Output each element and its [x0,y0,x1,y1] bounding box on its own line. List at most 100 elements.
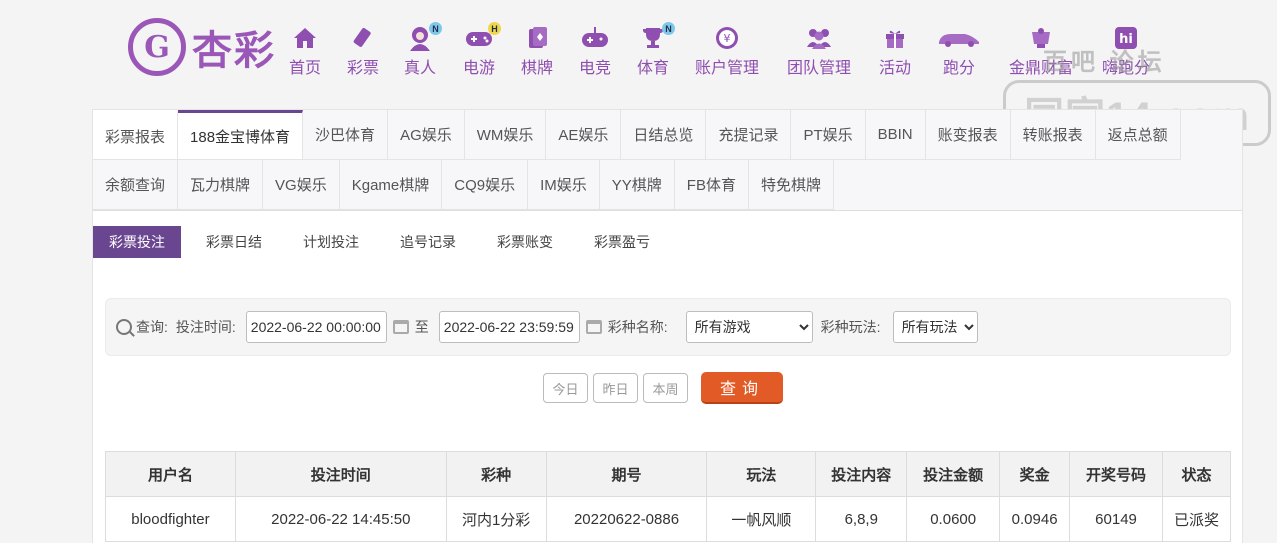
nav-activity[interactable]: 活动 [879,24,911,78]
table-header-row: 用户名 投注时间 彩种 期号 玩法 投注内容 投注金额 奖金 开奖号码 状态 [105,451,1231,497]
col-bet-amount: 投注金额 [906,451,1001,497]
tab-saba-sports[interactable]: 沙巴体育 [303,110,389,160]
col-issue: 期号 [545,451,708,497]
subtab-lottery-bets[interactable]: 彩票投注 [93,226,181,258]
nav-chess[interactable]: 棋牌 [521,24,553,78]
cell-draw-number: 60149 [1069,496,1163,542]
nav-sports[interactable]: N 体育 [637,22,675,78]
calendar-icon[interactable] [392,320,409,334]
query-buttons: 今日 昨日 本周 查询 [543,372,783,404]
nav-account[interactable]: ¥ 账户管理 [695,24,759,78]
logo-text: 杏彩 [192,27,276,74]
tab-ae[interactable]: AE娱乐 [546,110,622,160]
tab-fb-sports[interactable]: FB体育 [674,160,749,210]
bets-table: 用户名 投注时间 彩种 期号 玩法 投注内容 投注金额 奖金 开奖号码 状态 b… [105,451,1231,542]
team-icon [805,24,833,52]
today-button[interactable]: 今日 [543,373,588,403]
nav-lottery[interactable]: 彩票 [347,24,379,78]
cell-bet-amount: 0.0600 [906,496,1001,542]
tab-kgame[interactable]: Kgame棋牌 [339,160,443,210]
nav-live[interactable]: N 真人 [404,22,442,78]
svg-text:hi: hi [1119,32,1133,47]
live-dealer-icon: N [406,22,442,52]
tab-temian-chess[interactable]: 特免棋牌 [748,160,834,210]
cell-username: bloodfighter [105,496,236,542]
yesterday-button[interactable]: 昨日 [593,373,638,403]
subtab-chase-records[interactable]: 追号记录 [384,226,472,258]
tab-im[interactable]: IM娱乐 [528,160,600,210]
cell-issue: 20220622-0886 [545,496,708,542]
subtab-lottery-daily[interactable]: 彩票日结 [190,226,278,258]
tab-188-sports[interactable]: 188金宝博体育 [178,110,304,160]
car-icon [937,24,981,52]
nav-label: 活动 [879,60,912,77]
cell-play: 一帆风顺 [706,496,817,542]
tab-account-change[interactable]: 账变报表 [925,110,1011,160]
tab-deposit-withdraw[interactable]: 充提记录 [706,110,792,160]
game-name-select[interactable]: 所有游戏 [685,311,813,343]
calendar-icon[interactable] [585,320,602,334]
nav-label: 真人 [404,60,437,77]
lottery-ticket-icon [349,24,377,52]
new-badge: N [662,22,675,35]
tab-lottery-report[interactable]: 彩票报表 [93,110,179,160]
report-tabbar: 彩票报表 188金宝博体育 沙巴体育 AG娱乐 WM娱乐 AE娱乐 日结总览 充… [93,110,1242,211]
hot-badge: H [488,22,501,35]
yen-coin-icon: ¥ [713,24,741,52]
table-row[interactable]: bloodfighter 2022-06-22 14:45:50 河内1分彩 2… [105,496,1231,542]
nav-home[interactable]: 首页 [289,24,321,78]
to-label: 至 [414,319,429,335]
col-lottery: 彩种 [445,451,547,497]
col-bet-content: 投注内容 [815,451,908,497]
esports-controller-icon [581,24,609,52]
tab-daily-overview[interactable]: 日结总览 [621,110,707,160]
nav-run-points[interactable]: 跑分 [937,24,981,78]
play-type-label: 彩种玩法: [820,319,881,335]
nav-label: 嗨跑分 [1102,60,1151,77]
cards-icon [523,24,551,52]
tab-wm[interactable]: WM娱乐 [464,110,547,160]
nav-label: 首页 [289,60,322,77]
nav-slots[interactable]: H 电游 [463,22,501,78]
tab-row-2: 余额查询 瓦力棋牌 VG娱乐 Kgame棋牌 CQ9娱乐 IM娱乐 YY棋牌 F… [93,160,834,210]
nav-esports[interactable]: 电竞 [579,24,611,78]
game-name-label: 彩种名称: [607,319,668,335]
end-time-input[interactable] [438,311,580,343]
subtab-lottery-account-change[interactable]: 彩票账变 [481,226,569,258]
subtabs: 彩票投注 彩票日结 计划投注 追号记录 彩票账变 彩票盈亏 [93,226,675,258]
hi-app-icon: hi [1112,24,1140,52]
tab-transfer-report[interactable]: 转账报表 [1010,110,1096,160]
tab-cq9[interactable]: CQ9娱乐 [442,160,529,210]
this-week-button[interactable]: 本周 [643,373,688,403]
nav-label: 彩票 [347,60,380,77]
report-panel: 彩票报表 188金宝博体育 沙巴体育 AG娱乐 WM娱乐 AE娱乐 日结总览 充… [92,109,1243,543]
col-prize: 奖金 [999,451,1071,497]
play-type-select[interactable]: 所有玩法 [892,311,978,343]
search-icon [116,319,132,335]
nav-team[interactable]: 团队管理 [787,24,851,78]
tab-yy-chess[interactable]: YY棋牌 [599,160,675,210]
start-time-input[interactable] [245,311,387,343]
subtab-plan-bets[interactable]: 计划投注 [287,226,375,258]
svg-text:¥: ¥ [724,32,731,45]
bet-time-label: 投注时间: [175,319,236,335]
treasure-icon [1027,24,1055,52]
nav-hi-run-points[interactable]: hi 嗨跑分 [1102,24,1150,78]
query-label: 查询: [136,319,168,335]
gamepad-icon: H [465,22,501,52]
nav-label: 棋牌 [521,60,554,77]
tab-vg[interactable]: VG娱乐 [263,160,340,210]
new-badge: N [429,22,442,35]
tab-ag[interactable]: AG娱乐 [388,110,465,160]
site-logo[interactable]: G 杏彩 [128,18,276,76]
tab-balance[interactable]: 余额查询 [93,160,179,210]
nav-jinding[interactable]: 金鼎财富 [1009,24,1073,78]
tab-wali-chess[interactable]: 瓦力棋牌 [178,160,264,210]
subtab-lottery-profit[interactable]: 彩票盈亏 [578,226,666,258]
search-button[interactable]: 查询 [701,372,783,404]
tab-bbin[interactable]: BBIN [865,110,926,160]
col-play: 玩法 [706,451,817,497]
col-username: 用户名 [105,451,236,497]
tab-rebate-total[interactable]: 返点总额 [1095,110,1181,160]
tab-pt[interactable]: PT娱乐 [791,110,866,160]
